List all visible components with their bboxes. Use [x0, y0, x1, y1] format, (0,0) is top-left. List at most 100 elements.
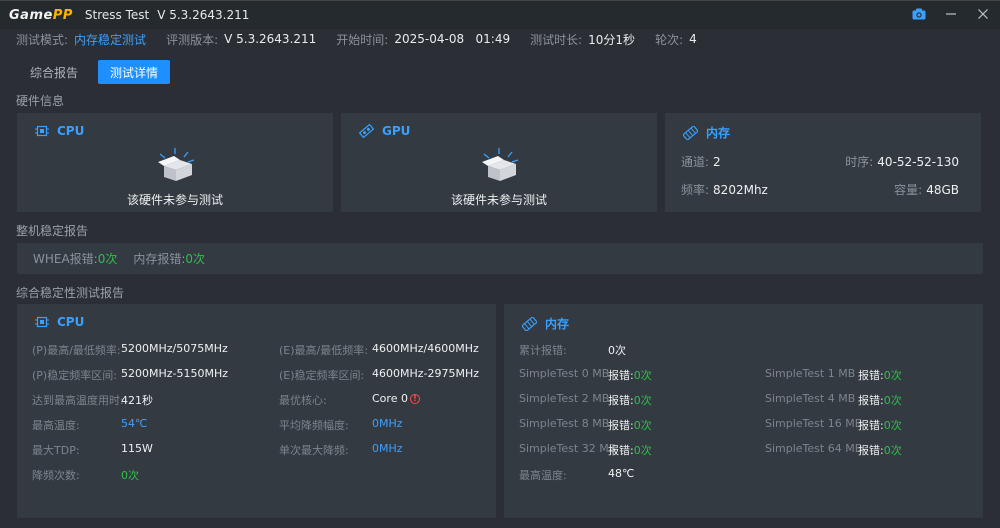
cpu-report-title: CPU	[57, 315, 85, 329]
throttle-count-label: 降频次数:	[32, 469, 80, 482]
p-max-min-freq-label: (P)最高/最低频率:	[32, 344, 121, 357]
error-label: 报错:	[608, 369, 634, 382]
error-label: 报错:	[858, 394, 884, 407]
e-max-min-freq-value: 4600MHz/4600MHz	[372, 342, 479, 355]
memory-max-temp-value: 48℃	[608, 467, 635, 480]
error-label: 报错:	[608, 394, 634, 407]
camera-icon[interactable]	[910, 5, 928, 23]
close-icon[interactable]	[974, 5, 992, 23]
simpletest-64mb-value: 0次	[883, 444, 902, 457]
simpletest-1mb-label: SimpleTest 1 MB	[765, 367, 856, 380]
memory-icon	[522, 316, 537, 331]
memory-hardware-card: 内存 通道: 2 时序: 40-52-52-130 频率: 8202Mhz 容量: 48…	[665, 113, 981, 212]
title-bar: GamePP Stress Test V 5.3.2643.211	[0, 1, 1000, 29]
whea-error-value: 0次	[97, 252, 118, 266]
cpu-report-card: CPU (P)最高/最低频率: 5200MHz/5075MHz (P)稳定频率区…	[17, 304, 496, 518]
tab-summary-report[interactable]: 综合报告	[18, 60, 90, 84]
avg-throttle-value: 0MHz	[372, 417, 403, 430]
gpu-card-title: GPU	[382, 124, 411, 138]
simpletest-8mb-label: SimpleTest 8 MB	[519, 417, 610, 430]
memory-error-label: 内存报错:	[133, 252, 186, 266]
tab-test-details[interactable]: 测试详情	[98, 60, 171, 84]
simpletest-4mb-value: 0次	[883, 394, 902, 407]
time-to-max-temp-value: 421秒	[121, 394, 153, 407]
simpletest-1mb-value: 0次	[883, 369, 902, 382]
simpletest-8mb-value: 0次	[633, 419, 652, 432]
best-core-label: 最优核心:	[279, 394, 327, 407]
throttle-count-value: 0次	[121, 469, 139, 482]
simpletest-64mb-label: SimpleTest 64 MB	[765, 442, 863, 455]
memory-error-value: 0次	[185, 252, 206, 266]
simpletest-32mb-value: 0次	[633, 444, 652, 457]
cpu-not-tested-text: 该硬件未参与测试	[126, 193, 223, 207]
avg-throttle-label: 平均降频幅度:	[279, 419, 349, 432]
cpu-icon	[35, 124, 49, 138]
eval-version-value: V 5.3.2643.211	[224, 32, 317, 46]
simpletest-2mb-value: 0次	[633, 394, 652, 407]
simpletest-4mb-label: SimpleTest 4 MB	[765, 392, 856, 405]
app-title: Stress Test	[84, 8, 150, 22]
warning-icon[interactable]: !	[409, 393, 420, 404]
duration-value: 10分1秒	[588, 32, 636, 47]
max-temp-value: 54℃	[121, 417, 148, 430]
hardware-section-title: 硬件信息	[16, 94, 65, 108]
frequency-label: 频率:	[681, 183, 710, 197]
max-temp-label: 最高温度:	[32, 419, 80, 432]
timing-label: 时序:	[845, 155, 874, 169]
rounds-value: 4	[689, 32, 697, 46]
report-section-title: 综合稳定性测试报告	[16, 286, 125, 300]
rounds-label: 轮次:	[655, 32, 684, 47]
channel-value: 2	[713, 155, 721, 169]
error-label: 报错:	[608, 419, 634, 432]
whea-error-label: WHEA报错:	[33, 252, 98, 266]
simpletest-16mb-label: SimpleTest 16 MB	[765, 417, 863, 430]
memory-card-title: 内存	[706, 126, 731, 140]
gpu-icon	[359, 124, 374, 138]
gpu-hardware-card: GPU 该硬件未参与测试	[341, 113, 657, 212]
stability-summary-bar: WHEA报错: 0次 内存报错: 0次	[17, 243, 983, 274]
simpletest-16mb-value: 0次	[883, 419, 902, 432]
error-label: 报错:	[858, 444, 884, 457]
memory-icon	[683, 125, 698, 140]
time-to-max-temp-label: 达到最高温度用时:	[32, 394, 124, 407]
max-single-throttle-label: 单次最大降频:	[279, 444, 349, 457]
minimize-icon[interactable]	[942, 5, 960, 23]
frequency-value: 8202Mhz	[713, 183, 768, 197]
error-label: 报错:	[608, 444, 634, 457]
gpu-not-tested-text: 该硬件未参与测试	[450, 193, 547, 207]
simpletest-0mb-value: 0次	[633, 369, 652, 382]
stability-section-title: 整机稳定报告	[16, 224, 89, 238]
start-time-label: 开始时间:	[336, 32, 389, 47]
cpu-card-title: CPU	[57, 124, 85, 138]
e-stable-freq-label: (E)稳定频率区间:	[279, 369, 365, 382]
timing-value: 40-52-52-130	[877, 155, 959, 169]
test-info-row: 测试模式: 内存稳定测试 评测版本: V 5.3.2643.211 开始时间: …	[16, 30, 711, 48]
capacity-label: 容量:	[894, 183, 923, 197]
p-stable-freq-value: 5200MHz-5150MHz	[121, 367, 229, 380]
total-errors-value: 0次	[608, 344, 626, 357]
channel-label: 通道:	[681, 155, 710, 169]
empty-box-icon	[150, 146, 200, 185]
memory-max-temp-label: 最高温度:	[519, 469, 567, 482]
cpu-icon	[35, 315, 49, 329]
app-version: V 5.3.2643.211	[157, 8, 250, 22]
e-max-min-freq-label: (E)最高/最低频率:	[279, 344, 368, 357]
max-tdp-label: 最大TDP:	[32, 444, 80, 457]
p-stable-freq-label: (P)稳定频率区间:	[32, 369, 117, 382]
max-tdp-value: 115W	[121, 442, 153, 455]
error-label: 报错:	[858, 369, 884, 382]
best-core-value: Core 0	[372, 392, 408, 405]
memory-report-card: 内存 累计报错: 0次 SimpleTest 0 MB 报错: 0次 Simple…	[504, 304, 983, 518]
cpu-hardware-card: CPU 该硬件未参与测试	[17, 113, 333, 212]
e-stable-freq-value: 4600MHz-2975MHz	[372, 367, 480, 380]
eval-version-label: 评测版本:	[166, 32, 219, 47]
empty-box-icon	[474, 146, 524, 185]
tab-bar: 综合报告 测试详情	[18, 60, 171, 84]
total-errors-label: 累计报错:	[519, 344, 567, 357]
p-max-min-freq-value: 5200MHz/5075MHz	[121, 342, 228, 355]
duration-label: 测试时长:	[530, 32, 583, 47]
app-logo: GamePP	[9, 7, 73, 23]
mode-label: 测试模式:	[16, 32, 69, 47]
app-window: GamePP Stress Test V 5.3.2643.211 测试模式: …	[0, 0, 1000, 528]
start-time-value: 2025-04-08 01:49	[394, 32, 511, 46]
